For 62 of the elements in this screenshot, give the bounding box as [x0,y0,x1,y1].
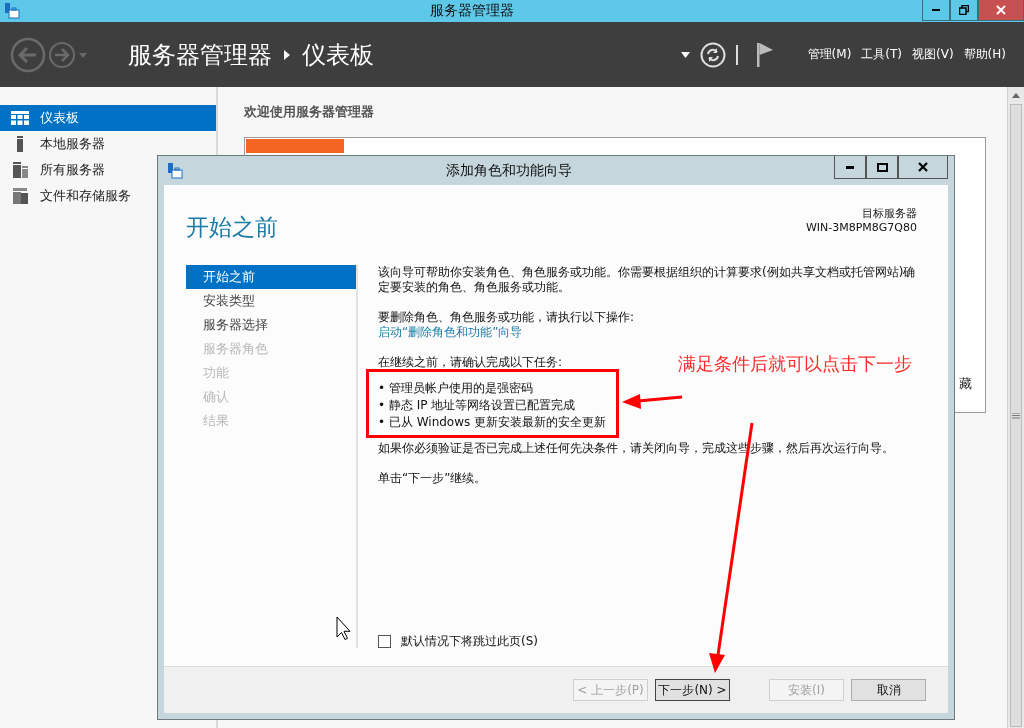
annotation-text: 满足条件后就可以点击下一步 [678,352,912,376]
menu-item[interactable]: 帮助(H) [963,46,1006,63]
app-icon [166,161,184,180]
instruction-text: 单击“下一步”继续。 [378,471,487,486]
annotation-arrow [622,394,683,409]
wizard-step[interactable]: 开始之前 [186,265,356,289]
close-button[interactable] [898,156,948,179]
breadcrumb-item[interactable]: 服务器管理器 [128,38,272,71]
wizard-step: 确认 [186,385,356,409]
page-heading: 开始之前 [186,213,278,242]
folder-icon [12,188,28,204]
dropdown-caret-icon[interactable] [680,51,690,58]
wizard-link[interactable]: 启动“删除角色和功能”向导 [378,325,523,340]
restore-button[interactable] [950,0,978,21]
minimize-icon [932,9,940,11]
sidebar-item[interactable]: 仪表板 [0,105,216,131]
instruction-text: 在继续之前，请确认完成以下任务: [378,355,563,370]
minimize-button[interactable] [834,156,866,179]
section-heading: 欢迎使用服务器管理器 [244,103,375,121]
footer-button[interactable]: 取消 [851,679,926,701]
target-label: 目标服务器 [861,207,917,221]
wizard-step: 结果 [186,409,356,433]
wizard-step: 服务器角色 [186,337,356,361]
grid-icon [11,111,29,125]
link-text[interactable]: 藏 [959,375,972,393]
skip-page-checkbox[interactable]: 默认情况下将跳过此页(S) [378,634,538,649]
menu-item[interactable]: 视图(V) [912,46,954,63]
menu-item[interactable]: 管理(M) [807,46,852,63]
sidebar-item[interactable]: 所有服务器 [0,157,216,183]
sidebar-item[interactable]: 文件和存储服务 [0,183,216,209]
footer-button[interactable]: 下一步(N) > [655,679,730,701]
server-icon [17,136,23,152]
window-title: 服务器管理器 [428,2,515,20]
task-item: • 静态 IP 地址等网络设置已配置完成 [378,397,577,414]
restore-icon [959,5,969,15]
refresh-button[interactable] [699,41,726,68]
dialog-title: 添加角色和功能向导 [445,161,573,180]
wizard-step: 功能 [186,361,356,385]
app-icon[interactable] [3,2,21,20]
task-item: • 已从 Windows 更新安装最新的安全更新 [378,414,607,431]
sidebar-item[interactable]: 本地服务器 [0,131,216,157]
wizard-step[interactable]: 安装类型 [186,289,356,313]
task-item: • 管理员帐户使用的是强密码 [378,380,534,397]
servers-icon [12,162,28,178]
close-icon [996,5,1006,15]
minimize-button[interactable] [922,0,950,21]
instruction-text: 要删除角色、角色服务或功能，请执行以下操作: [378,310,635,325]
minimize-icon [846,165,854,169]
intro-text: 该向导可帮助你安装角色、角色服务或功能。你需要根据组织的计算要求(例如共享文档或托管网站)确定要安装的角色、角色服务或功能。 [378,265,917,295]
maximize-button[interactable] [866,156,898,179]
mouse-pointer-icon [336,616,351,640]
scroll-up-arrow-icon[interactable] [1012,92,1020,98]
grip-icon [1012,412,1020,419]
flag-icon[interactable] [755,41,774,68]
close-icon [918,162,928,172]
wizard-step[interactable]: 服务器选择 [186,313,356,337]
chevron-icon [284,49,290,60]
server-name: WIN-3M8PM8G7Q80 [805,221,917,235]
separator-icon [735,44,738,65]
breadcrumb-item[interactable]: 仪表板 [302,38,374,71]
menu-item[interactable]: 工具(T) [861,46,903,63]
maximize-icon [876,162,888,172]
